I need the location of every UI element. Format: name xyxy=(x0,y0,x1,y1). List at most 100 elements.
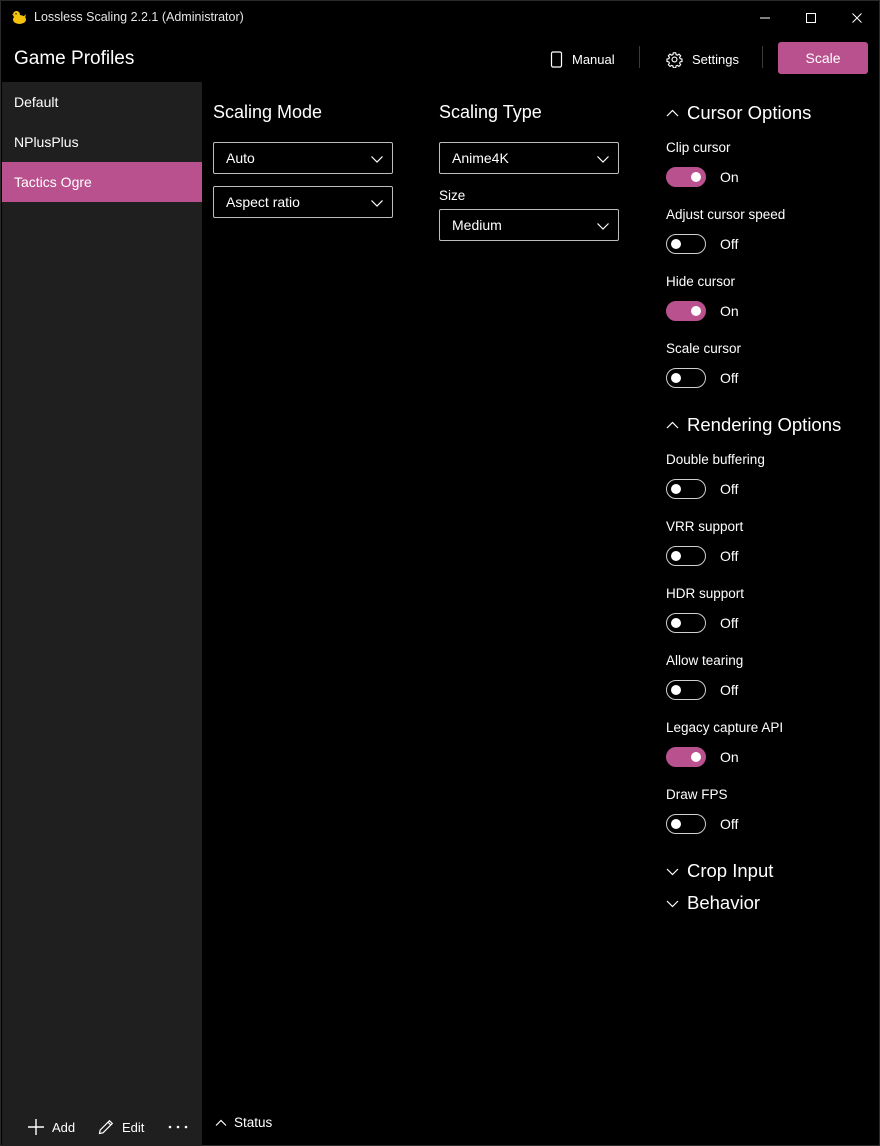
minimize-button[interactable] xyxy=(742,1,788,35)
profile-label: Default xyxy=(14,94,59,110)
profile-item-nplusplus[interactable]: NPlusPlus xyxy=(2,122,202,162)
chevron-down-icon xyxy=(666,868,679,875)
close-button[interactable] xyxy=(834,1,880,35)
manual-button[interactable]: Manual xyxy=(550,45,615,73)
cursor-options-heading: Cursor Options xyxy=(687,102,812,123)
settings-label: Settings xyxy=(692,51,739,67)
chevron-down-icon xyxy=(371,200,383,207)
vrr-support-toggle[interactable] xyxy=(666,546,706,566)
duck-logo-icon xyxy=(12,11,26,24)
status-label: Status xyxy=(234,1115,273,1130)
toggle-knob xyxy=(671,373,681,383)
behavior-heading: Behavior xyxy=(687,892,761,913)
size-value: Medium xyxy=(452,217,502,233)
vrr-support-state: Off xyxy=(720,548,739,564)
draw-fps-state: Off xyxy=(720,816,739,832)
draw-fps-label: Draw FPS xyxy=(666,787,728,802)
toggle-knob xyxy=(691,306,701,316)
toggle-knob xyxy=(671,819,681,829)
hide-cursor-state: On xyxy=(720,303,739,319)
gear-icon xyxy=(666,51,683,68)
double-buffering-state: Off xyxy=(720,481,739,497)
adjust-cursor-speed-label: Adjust cursor speed xyxy=(666,207,786,222)
clip-cursor-label: Clip cursor xyxy=(666,140,731,155)
app-window: Lossless Scaling 2.2.1 (Administrator) G… xyxy=(0,0,880,1146)
add-profile-button[interactable]: Add xyxy=(27,1116,75,1138)
chevron-up-icon xyxy=(666,421,679,428)
chevron-up-icon xyxy=(215,1119,227,1126)
crop-input-heading: Crop Input xyxy=(687,860,774,881)
edit-label: Edit xyxy=(122,1119,145,1135)
chevron-down-icon xyxy=(371,156,383,163)
toggle-knob xyxy=(671,551,681,561)
crop-input-header[interactable]: Crop Input xyxy=(666,859,773,883)
chevron-up-icon xyxy=(666,109,679,116)
legacy-capture-api-label: Legacy capture API xyxy=(666,720,784,735)
manual-label: Manual xyxy=(572,51,615,67)
rendering-options-header[interactable]: Rendering Options xyxy=(666,413,841,437)
double-buffering-toggle[interactable] xyxy=(666,479,706,499)
hdr-support-label: HDR support xyxy=(666,586,745,601)
toggle-knob xyxy=(691,752,701,762)
more-dots-icon xyxy=(168,1125,188,1129)
scaling-type-heading: Scaling Type xyxy=(439,102,542,122)
plus-icon xyxy=(28,1119,44,1135)
profile-item-default[interactable]: Default xyxy=(2,82,202,122)
toggle-knob xyxy=(671,685,681,695)
scaling-type-value: Anime4K xyxy=(452,150,509,166)
scaling-fit-value: Aspect ratio xyxy=(226,194,300,210)
add-label: Add xyxy=(52,1119,76,1135)
behavior-header[interactable]: Behavior xyxy=(666,891,760,915)
allow-tearing-state: Off xyxy=(720,682,739,698)
scale-cursor-toggle[interactable] xyxy=(666,368,706,388)
toggle-knob xyxy=(691,172,701,182)
edit-profile-button[interactable]: Edit xyxy=(97,1116,144,1138)
close-icon xyxy=(852,13,862,23)
clip-cursor-state: On xyxy=(720,169,739,185)
adjust-cursor-speed-state: Off xyxy=(720,236,739,252)
hide-cursor-label: Hide cursor xyxy=(666,274,736,289)
minimize-icon xyxy=(760,17,770,19)
toggle-knob xyxy=(671,239,681,249)
page-title: Game Profiles xyxy=(14,48,135,69)
profile-item-tactics-ogre[interactable]: Tactics Ogre xyxy=(2,162,202,202)
size-dropdown[interactable]: Medium xyxy=(439,209,619,241)
adjust-cursor-speed-toggle[interactable] xyxy=(666,234,706,254)
double-buffering-label: Double buffering xyxy=(666,452,765,467)
more-options-button[interactable] xyxy=(167,1116,189,1138)
profiles-sidebar: Default NPlusPlus Tactics Ogre Add Edit xyxy=(2,82,202,1146)
maximize-icon xyxy=(806,13,816,23)
allow-tearing-toggle[interactable] xyxy=(666,680,706,700)
cursor-options-header[interactable]: Cursor Options xyxy=(666,101,811,125)
settings-button[interactable]: Settings xyxy=(666,45,739,73)
pencil-icon xyxy=(98,1119,114,1135)
scaling-mode-value: Auto xyxy=(226,150,255,166)
window-title: Lossless Scaling 2.2.1 (Administrator) xyxy=(34,10,244,24)
scale-cursor-state: Off xyxy=(720,370,739,386)
chevron-down-icon xyxy=(597,223,609,230)
hdr-support-state: Off xyxy=(720,615,739,631)
scaling-fit-dropdown[interactable]: Aspect ratio xyxy=(213,186,393,218)
toggle-knob xyxy=(671,484,681,494)
chevron-down-icon xyxy=(597,156,609,163)
header-divider xyxy=(762,46,763,68)
maximize-button[interactable] xyxy=(788,1,834,35)
legacy-capture-api-toggle[interactable] xyxy=(666,747,706,767)
profile-label: Tactics Ogre xyxy=(14,174,92,190)
rendering-options-heading: Rendering Options xyxy=(687,414,842,435)
size-label: Size xyxy=(439,188,466,203)
hide-cursor-toggle[interactable] xyxy=(666,301,706,321)
title-bar: Lossless Scaling 2.2.1 (Administrator) xyxy=(1,1,879,35)
hdr-support-toggle[interactable] xyxy=(666,613,706,633)
draw-fps-toggle[interactable] xyxy=(666,814,706,834)
vrr-support-label: VRR support xyxy=(666,519,744,534)
toggle-knob xyxy=(671,618,681,628)
header-divider xyxy=(639,46,640,68)
status-toggle[interactable]: Status xyxy=(215,1115,272,1130)
sidebar-toolbar: Add Edit xyxy=(2,1112,202,1142)
scale-cursor-label: Scale cursor xyxy=(666,341,742,356)
clip-cursor-toggle[interactable] xyxy=(666,167,706,187)
scale-button[interactable]: Scale xyxy=(778,42,868,74)
scaling-type-dropdown[interactable]: Anime4K xyxy=(439,142,619,174)
scaling-mode-dropdown[interactable]: Auto xyxy=(213,142,393,174)
